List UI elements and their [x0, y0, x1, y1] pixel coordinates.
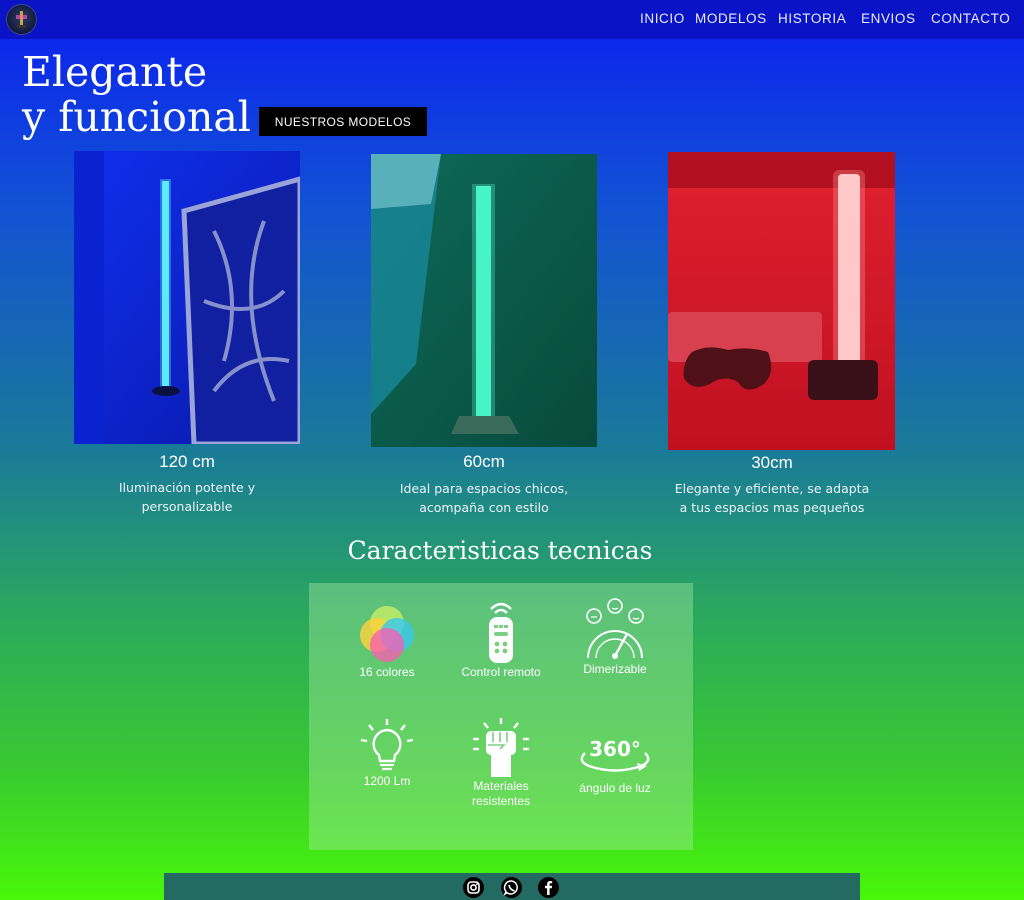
model-name-60cm: 60cm: [463, 452, 505, 471]
model-name-30cm: 30cm: [751, 453, 793, 472]
model-photo-60cm[interactable]: [371, 154, 597, 447]
nav-link-modelos[interactable]: MODELOS: [695, 11, 767, 26]
model-description-30cm: Elegante y eficiente, se adapta a tus es…: [674, 481, 870, 515]
feature-label-dimerizable: Dimerizable: [583, 662, 647, 676]
dimmer-gauge-icon: [586, 598, 644, 659]
model-name-120cm: 120 cm: [159, 452, 215, 471]
hero-title-line-1: Elegante: [22, 48, 208, 96]
model-photo-120cm[interactable]: [74, 151, 300, 444]
rotation-360-icon: 360°: [580, 737, 650, 772]
facebook-icon[interactable]: [538, 877, 559, 898]
remote-control-icon: [489, 602, 513, 663]
color-circles-icon: [360, 606, 414, 662]
model-photo-30cm[interactable]: [668, 152, 895, 450]
rotation-360-text: 360°: [589, 737, 641, 761]
strong-fist-icon: [473, 718, 529, 777]
whatsapp-icon[interactable]: [501, 877, 522, 898]
features-title: Caracteristicas tecnicas: [347, 536, 653, 565]
nav-link-historia[interactable]: HISTORIA: [778, 11, 846, 26]
feature-16-colores: 16 colores: [332, 603, 442, 680]
feature-control-remoto: Control remoto: [446, 599, 556, 680]
nuestros-modelos-button[interactable]: NUESTROS MODELOS: [259, 107, 427, 136]
feature-materiales-resistentes: Materiales resistentes: [446, 717, 556, 809]
light-bulb-icon: [360, 719, 414, 771]
top-navigation-bar: INICIO MODELOS HISTORIA ENVIOS CONTACTO: [0, 0, 1024, 39]
feature-label-1200-lm: 1200 Lm: [363, 774, 411, 788]
features-panel: 16 colores Control remoto Dimerizable 12…: [309, 583, 693, 850]
hero-title: Elegante y funcional: [22, 50, 251, 140]
nav-link-envios[interactable]: ENVIOS: [861, 11, 916, 26]
nav-link-contacto[interactable]: CONTACTO: [931, 11, 1010, 26]
feature-label-control-remoto: Control remoto: [461, 665, 541, 679]
feature-label-16-colores: 16 colores: [359, 665, 415, 679]
logo-icon[interactable]: [7, 5, 36, 34]
hero-title-line-2: y funcional: [22, 93, 251, 141]
feature-1200-lm: 1200 Lm: [332, 718, 442, 789]
model-description-60cm: Ideal para espacios chicos, acompaña con…: [399, 481, 569, 515]
nav-link-inicio[interactable]: INICIO: [640, 11, 685, 26]
feature-label-angulo-de-luz: ángulo de luz: [579, 781, 651, 795]
feature-label-materiales-resistentes: Materiales resistentes: [471, 779, 531, 808]
feature-dimerizable: Dimerizable: [560, 598, 670, 677]
model-description-120cm: Iluminación potente y personalizable: [118, 480, 256, 514]
footer: [164, 873, 860, 900]
feature-angulo-de-luz: 360° ángulo de luz: [560, 733, 670, 796]
instagram-icon[interactable]: [463, 877, 484, 898]
